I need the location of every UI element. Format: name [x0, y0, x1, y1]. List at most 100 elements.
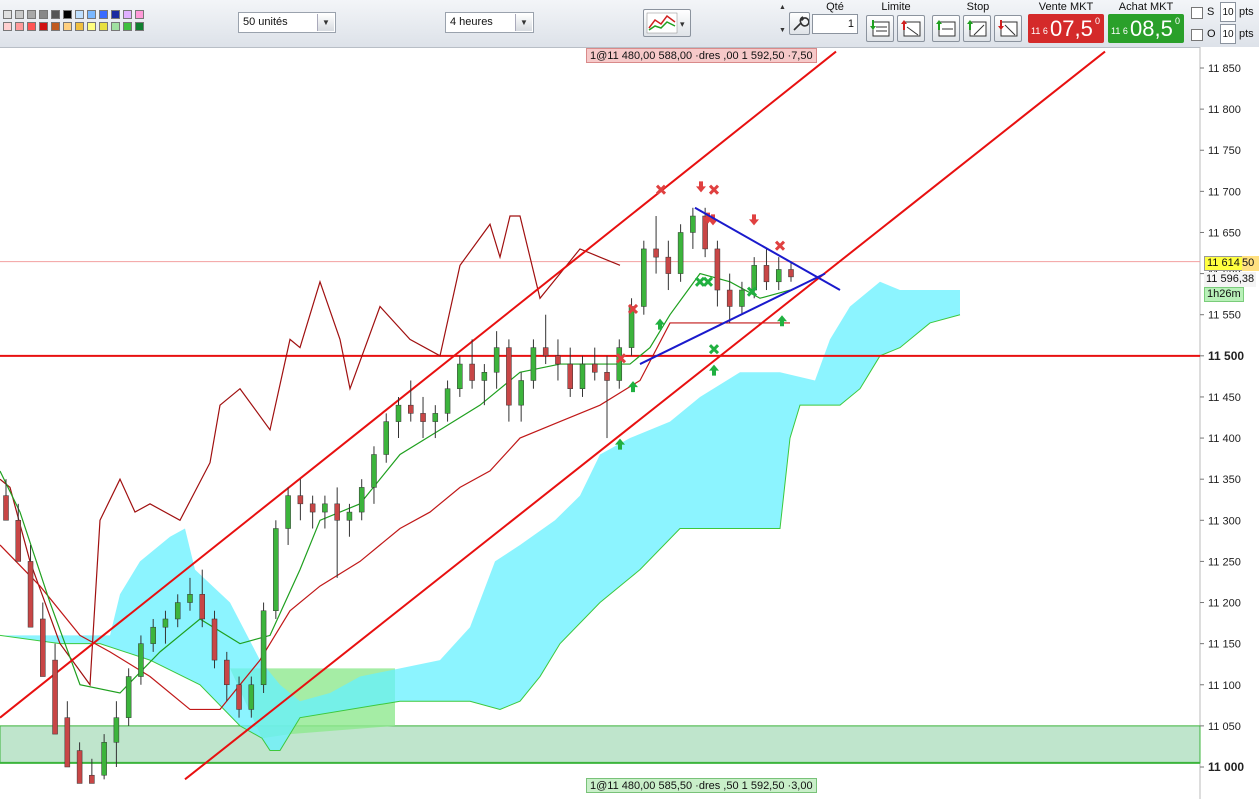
axis-tick-label: 11 500 [1208, 349, 1244, 363]
chevron-down-icon[interactable]: ▼ [515, 14, 532, 31]
color-swatch[interactable] [51, 22, 60, 31]
qty-input[interactable]: 1 [812, 14, 858, 34]
candle-body [371, 454, 377, 488]
objective-points-input[interactable]: 10 [1220, 24, 1236, 44]
trend-channel-upper [0, 50, 837, 719]
candle-body [518, 380, 524, 406]
objective-checkbox[interactable] [1191, 29, 1203, 41]
limit-buy-icon [870, 20, 890, 37]
chevron-down-icon[interactable]: ▼ [317, 14, 334, 31]
buy-market-button[interactable]: 11 6 08,5 0 [1108, 14, 1184, 43]
color-swatch[interactable] [135, 10, 144, 19]
candle-body [383, 421, 389, 455]
order-settings-button[interactable] [789, 12, 810, 35]
limit-buy-button[interactable] [866, 15, 894, 42]
trading-platform-window: 50 unités ▼ 4 heures ▼ ▾ ▲ ▼ Qté 1 Limit… [0, 0, 1259, 799]
candle-body [285, 495, 291, 529]
bottom-tag-part: ,50 [723, 780, 742, 792]
units-select[interactable]: 50 unités ▼ [238, 12, 336, 33]
candle-body [714, 248, 721, 291]
top-tag-part: ·dres [695, 50, 724, 62]
candle-body [641, 248, 647, 307]
limit-sell-button[interactable] [897, 15, 925, 42]
color-swatch[interactable] [123, 22, 132, 31]
panel-collapse-arrows[interactable]: ▲ ▼ [779, 3, 787, 41]
sell-price-prefix: 11 6 [1031, 26, 1048, 36]
price-chart[interactable]: 11 85011 80011 75011 70011 65011 60011 5… [0, 47, 1259, 799]
candle-body [788, 269, 794, 278]
color-swatch[interactable] [15, 10, 24, 19]
color-swatch[interactable] [51, 10, 60, 19]
candle-body [775, 269, 782, 283]
candle-body [15, 520, 22, 562]
candle-body [481, 372, 488, 381]
chevron-down-icon[interactable]: ▼ [779, 26, 787, 35]
color-swatch[interactable] [3, 10, 12, 19]
candle-body [567, 363, 573, 389]
limit-label: Limite [881, 1, 911, 13]
candle-body [309, 503, 316, 513]
color-swatch[interactable] [111, 22, 120, 31]
bottom-tag-part: 585,50 [658, 780, 696, 792]
candle-body [150, 626, 156, 644]
color-swatch[interactable] [75, 10, 84, 19]
candle-body [444, 388, 451, 414]
sell-market-button[interactable]: 11 6 07,5 0 [1028, 14, 1104, 43]
stop-trailing-button[interactable] [994, 15, 1022, 42]
units-select-value: 50 unités [243, 16, 288, 28]
color-swatch[interactable] [123, 10, 132, 19]
color-swatch[interactable] [135, 22, 144, 31]
color-swatch[interactable] [3, 22, 12, 31]
candle-body [555, 355, 561, 365]
color-swatch[interactable] [87, 22, 96, 31]
sell-price-main: 07,5 [1050, 16, 1093, 41]
color-swatch[interactable] [99, 22, 108, 31]
candle-body [211, 618, 218, 661]
color-swatch[interactable] [99, 10, 108, 19]
color-swatch[interactable] [75, 22, 84, 31]
candlestick-chart-canvas[interactable]: 11 85011 80011 75011 70011 65011 60011 5… [0, 47, 1259, 799]
sell-signal-cross-icon [708, 184, 720, 195]
candle-body [604, 372, 610, 381]
candle-body [322, 503, 328, 513]
candle-body [395, 404, 402, 422]
top-tag-part: 1 592,50 [741, 50, 788, 62]
color-swatch[interactable] [63, 22, 72, 31]
stop-checkbox[interactable] [1191, 7, 1203, 19]
color-swatch[interactable] [39, 10, 48, 19]
candle-body [420, 413, 426, 422]
top-tag-part: ,00 [723, 50, 742, 62]
last-price-value: 11 614 [1207, 257, 1240, 269]
color-swatch[interactable] [111, 10, 120, 19]
candle-body [162, 618, 169, 628]
stop-buy-button[interactable] [932, 15, 960, 42]
objective-checkbox-label: O [1207, 28, 1216, 40]
axis-tick-label: 11 200 [1208, 598, 1241, 610]
candle-timer: 1h26m [1204, 287, 1244, 302]
color-swatch[interactable] [63, 10, 72, 19]
chevron-up-icon[interactable]: ▲ [779, 3, 787, 12]
stop-sell-button[interactable] [963, 15, 991, 42]
period-select-value: 4 heures [450, 16, 493, 28]
buy-price-sup: 0 [1175, 16, 1181, 26]
candle-body [677, 232, 684, 274]
color-swatch[interactable] [27, 10, 36, 19]
color-swatch[interactable] [27, 22, 36, 31]
open-position-tag-bottom[interactable]: 1@11 480,00 585,50 ·dres ,50 1 592,50 ·3… [586, 778, 817, 793]
candle-body [579, 363, 586, 389]
period-select[interactable]: 4 heures ▼ [445, 12, 534, 33]
buy-signal-cross-icon [702, 276, 714, 287]
open-position-tag-top[interactable]: 1@11 480,00 588,00 ·dres ,00 1 592,50 ·7… [586, 48, 817, 63]
indicator-menu-button[interactable]: ▾ [643, 9, 691, 37]
candle-body [653, 248, 659, 258]
stop-points-input[interactable]: 10 [1220, 2, 1236, 22]
candle-body [297, 495, 304, 505]
trend-channel-lower [184, 50, 1106, 781]
axis-tick-label: 11 650 [1208, 227, 1241, 239]
candle-body [457, 363, 463, 389]
color-swatch[interactable] [39, 22, 48, 31]
candle-body [334, 503, 340, 521]
color-swatch[interactable] [15, 22, 24, 31]
color-swatch[interactable] [87, 10, 96, 19]
demand-zone [0, 725, 1201, 764]
